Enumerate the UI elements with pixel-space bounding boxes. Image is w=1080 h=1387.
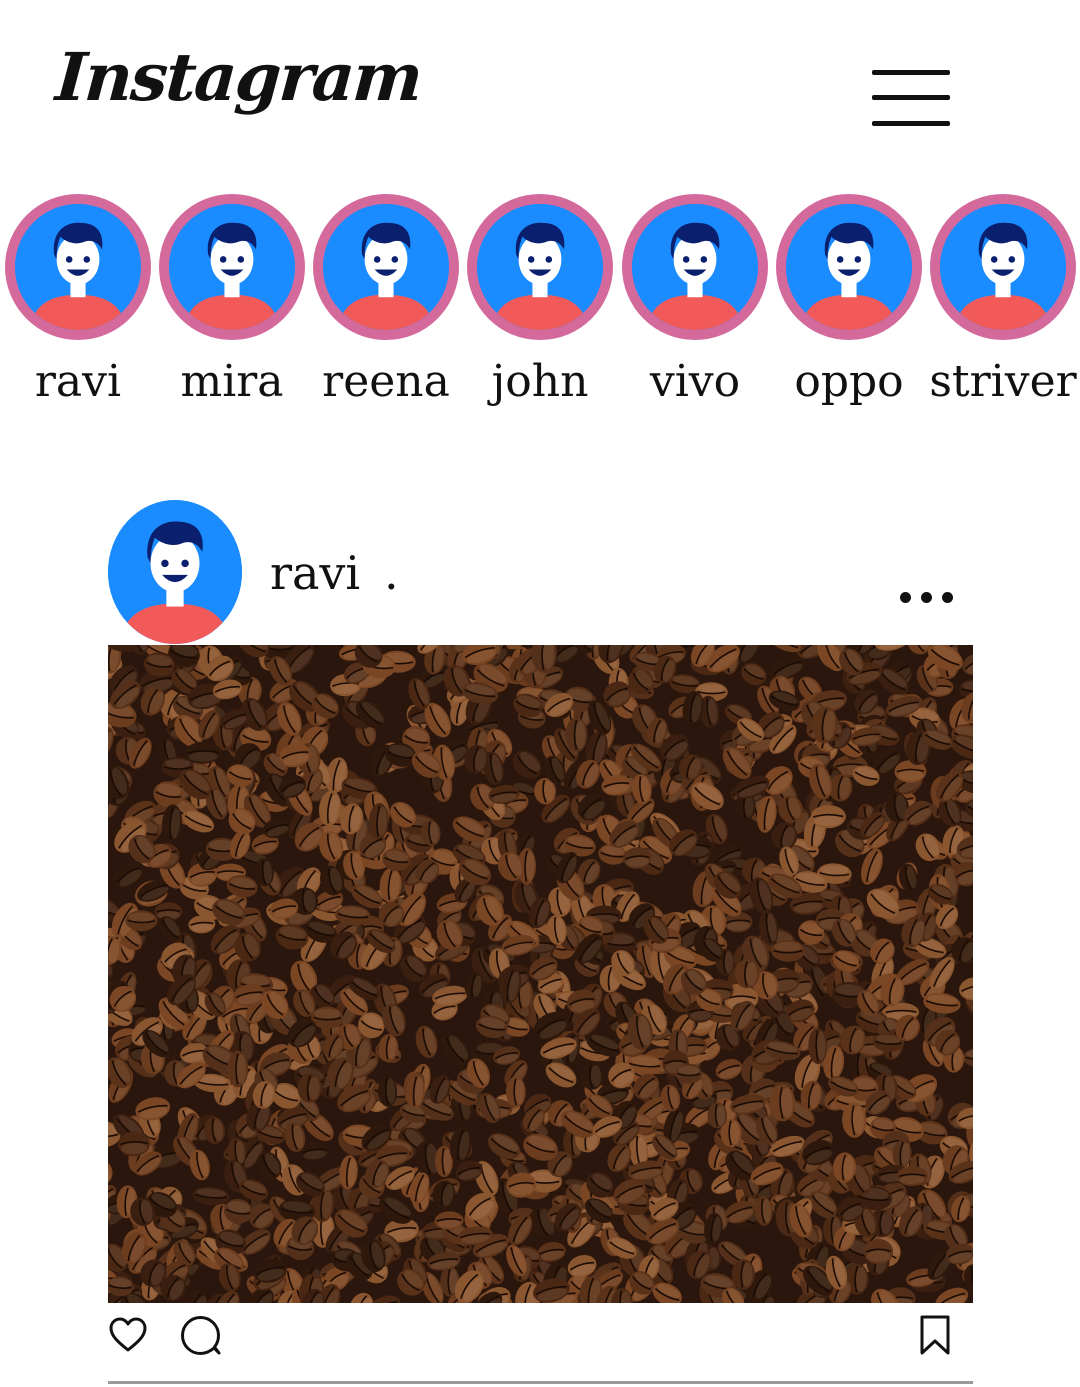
story-item-mira[interactable]: mira [155, 194, 309, 407]
story-username: mira [180, 356, 284, 407]
more-options-icon[interactable] [900, 592, 956, 604]
coffee-beans-image [108, 645, 973, 1303]
story-ring [930, 194, 1076, 340]
story-item-john[interactable]: john [463, 194, 617, 407]
story-item-striver[interactable]: striver [926, 194, 1080, 407]
avatar [477, 204, 603, 330]
avatar [632, 204, 758, 330]
post-author-avatar[interactable] [108, 500, 242, 644]
person-icon [323, 204, 449, 330]
menu-line [872, 70, 950, 75]
story-username: reena [322, 356, 450, 407]
story-item-ravi[interactable]: ravi [1, 194, 155, 407]
bookmark-icon[interactable] [918, 1314, 952, 1360]
menu-line [872, 95, 950, 100]
story-username: oppo [794, 356, 904, 407]
post-separator: . [384, 546, 399, 600]
story-ring [313, 194, 459, 340]
comment-bubble-icon[interactable] [179, 1314, 223, 1362]
person-icon [940, 204, 1066, 330]
avatar [323, 204, 449, 330]
post-divider [108, 1381, 973, 1384]
avatar [786, 204, 912, 330]
story-ring [467, 194, 613, 340]
story-ring [776, 194, 922, 340]
avatar [169, 204, 295, 330]
story-item-vivo[interactable]: vivo [618, 194, 772, 407]
avatar [940, 204, 1066, 330]
story-username: vivo [649, 356, 741, 407]
person-icon [169, 204, 295, 330]
story-username: john [491, 356, 589, 407]
story-ring [159, 194, 305, 340]
story-ring [622, 194, 768, 340]
story-username: striver [929, 356, 1077, 407]
instagram-logo[interactable]: Instagram [53, 38, 423, 116]
more-dot [921, 592, 932, 603]
stories-bar: ravi mira reena john vivo oppo striver [0, 194, 1080, 414]
more-dot [900, 592, 911, 603]
story-item-reena[interactable]: reena [309, 194, 463, 407]
person-icon [15, 204, 141, 330]
story-ring [5, 194, 151, 340]
avatar [15, 204, 141, 330]
story-username: ravi [34, 356, 122, 407]
post-image[interactable] [108, 645, 973, 1303]
heart-icon[interactable] [108, 1315, 148, 1359]
menu-line [872, 121, 950, 126]
hamburger-menu-icon[interactable] [872, 70, 950, 126]
story-item-oppo[interactable]: oppo [772, 194, 926, 407]
person-icon [632, 204, 758, 330]
person-icon [477, 204, 603, 330]
person-icon [108, 500, 242, 644]
more-dot [942, 592, 953, 603]
person-icon [786, 204, 912, 330]
post-username[interactable]: ravi [270, 546, 360, 600]
